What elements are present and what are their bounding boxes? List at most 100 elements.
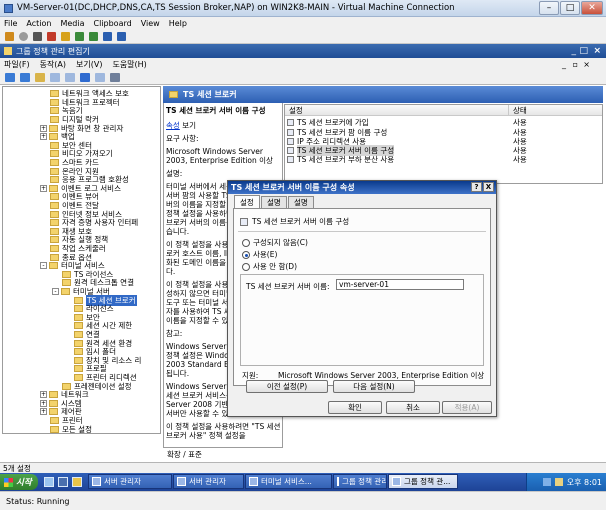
- tab-explain-2[interactable]: 설명: [288, 196, 314, 208]
- folder-icon: [50, 141, 59, 149]
- network-icon[interactable]: [542, 478, 551, 486]
- vm-menu-clipboard[interactable]: Clipboard: [93, 19, 131, 28]
- details-header: TS 세션 브로커: [163, 86, 603, 103]
- ok-button[interactable]: 확인: [328, 401, 382, 414]
- mmc-menu-view[interactable]: 보기(V): [76, 59, 102, 70]
- radio-circle[interactable]: [242, 262, 250, 271]
- collapse-icon[interactable]: -: [52, 288, 59, 296]
- turn-off-icon[interactable]: [33, 32, 42, 41]
- tree-item[interactable]: 모든 설정: [50, 424, 92, 433]
- policy-tree[interactable]: 네트워크 액세스 보호 네트워크 프로젝터 녹음기 디지털 락커 + 바탕 화면 창 관리…: [2, 86, 161, 434]
- radio-circle[interactable]: [242, 238, 250, 247]
- next-setting-button[interactable]: 다음 설정(N): [333, 380, 415, 393]
- save-state-icon[interactable]: [61, 32, 70, 41]
- column-state[interactable]: 상태: [509, 105, 602, 116]
- child-minimize-icon[interactable]: _: [562, 60, 566, 69]
- folder-icon: [49, 184, 58, 192]
- expand-icon[interactable]: +: [40, 408, 47, 416]
- properties-icon[interactable]: [95, 73, 105, 82]
- mmc-menu-help[interactable]: 도움말(H): [112, 59, 146, 70]
- radio-not-configured[interactable]: 구성되지 않음(C): [242, 237, 308, 248]
- filter-icon[interactable]: [110, 73, 120, 82]
- start-icon[interactable]: [19, 32, 28, 41]
- vm-toolbar: [0, 30, 606, 44]
- radio-label: 구성되지 않음(C): [253, 238, 308, 247]
- folder-icon: [50, 417, 59, 425]
- expand-icon[interactable]: +: [40, 399, 47, 407]
- collapse-icon[interactable]: -: [40, 262, 47, 270]
- server-name-input[interactable]: [336, 279, 464, 290]
- child-close-icon[interactable]: ×: [583, 60, 590, 69]
- dialog-help-button[interactable]: ?: [471, 182, 482, 192]
- apply-button[interactable]: 적용(A): [442, 401, 492, 414]
- reset-icon[interactable]: [89, 32, 98, 41]
- quick-launch-server-manager-icon[interactable]: [44, 477, 54, 487]
- mmc-maximize-icon[interactable]: □: [579, 46, 588, 56]
- snapshot-icon[interactable]: [103, 32, 112, 41]
- quick-launch-explorer-icon[interactable]: [72, 477, 82, 487]
- maximize-icon[interactable]: □: [560, 1, 580, 15]
- folder-icon: [74, 356, 83, 364]
- ctrl-alt-del-icon[interactable]: [5, 32, 14, 41]
- tab-explain[interactable]: 설명: [261, 196, 287, 208]
- properties-link[interactable]: 속성: [166, 121, 180, 130]
- taskbar-item-label: 서버 관리자: [104, 477, 141, 486]
- vm-menu-media[interactable]: Media: [60, 19, 84, 28]
- taskbar-item[interactable]: 서버 관리자: [88, 474, 172, 489]
- up-folder-icon[interactable]: [35, 73, 45, 82]
- quick-launch-powershell-icon[interactable]: [58, 477, 68, 487]
- policy-setting-icon: [287, 137, 294, 145]
- mmc-window-title: 그룹 정책 관리 편집기: [16, 46, 90, 56]
- expand-icon[interactable]: +: [40, 133, 47, 141]
- mmc-minimize-icon[interactable]: _: [572, 46, 577, 56]
- clock[interactable]: 오후 8:01: [567, 477, 602, 488]
- show-tree-icon[interactable]: [50, 73, 60, 82]
- vm-menu-action[interactable]: Action: [26, 19, 51, 28]
- taskbar-item[interactable]: 터미널 서비스...: [245, 474, 332, 489]
- shutdown-icon[interactable]: [47, 32, 56, 41]
- vm-menu-help[interactable]: Help: [169, 19, 187, 28]
- tab-setting[interactable]: 설정: [234, 195, 260, 208]
- previous-setting-button[interactable]: 이전 설정(P): [246, 380, 328, 393]
- setting-row[interactable]: TS 세션 브로커 부하 분산 사용 사용: [287, 155, 601, 165]
- radio-circle-selected[interactable]: [242, 250, 250, 259]
- radio-enabled[interactable]: 사용(E): [242, 249, 277, 260]
- forward-icon[interactable]: [20, 73, 30, 82]
- view-tabs[interactable]: 확장 / 표준: [163, 448, 283, 460]
- vm-menu-view[interactable]: View: [141, 19, 160, 28]
- settings-list: 설정 상태 TS 세션 브로커에 가입 사용 TS 세션 브로커 팜 이름 구성 사용…: [284, 104, 603, 184]
- volume-icon[interactable]: [554, 478, 563, 486]
- vm-menu-file[interactable]: File: [4, 19, 17, 28]
- mmc-menu-file[interactable]: 파일(F): [4, 59, 30, 70]
- desc-label: 설명:: [166, 169, 183, 178]
- setting-state: 사용: [513, 155, 527, 165]
- folder-icon: [50, 227, 59, 235]
- revert-icon[interactable]: [117, 32, 126, 41]
- expand-icon[interactable]: +: [40, 391, 47, 399]
- folder-icon: [74, 365, 83, 373]
- dialog-close-button[interactable]: X: [483, 182, 494, 192]
- start-button[interactable]: 시작: [0, 474, 38, 490]
- taskbar-item[interactable]: 서버 관리자: [173, 474, 244, 489]
- folder-icon: [74, 296, 83, 304]
- column-setting[interactable]: 설정: [285, 105, 509, 116]
- mmc-menu-action[interactable]: 동작(A): [40, 59, 66, 70]
- taskbar-item[interactable]: 그룹 정책 관...: [388, 474, 458, 489]
- folder-icon: [50, 150, 59, 158]
- child-restore-icon[interactable]: ▫: [573, 60, 578, 69]
- back-icon[interactable]: [5, 73, 15, 82]
- cancel-button[interactable]: 취소: [386, 401, 440, 414]
- mmc-close-icon[interactable]: ×: [593, 46, 601, 56]
- radio-label: 사용(E): [253, 250, 278, 259]
- taskbar-item-label: 서버 관리자: [189, 477, 226, 486]
- export-list-icon[interactable]: [65, 73, 75, 82]
- help-icon[interactable]: [80, 73, 90, 82]
- gpo-editor-icon: [4, 47, 12, 55]
- close-icon[interactable]: ✕: [581, 1, 603, 15]
- pause-icon[interactable]: [75, 32, 84, 41]
- expand-icon[interactable]: +: [40, 184, 47, 192]
- radio-disabled[interactable]: 사용 안 함(D): [242, 261, 297, 272]
- taskbar-item[interactable]: 그룹 정책 관리: [333, 474, 387, 489]
- minimize-icon[interactable]: –: [539, 1, 559, 15]
- expand-icon[interactable]: +: [40, 124, 47, 132]
